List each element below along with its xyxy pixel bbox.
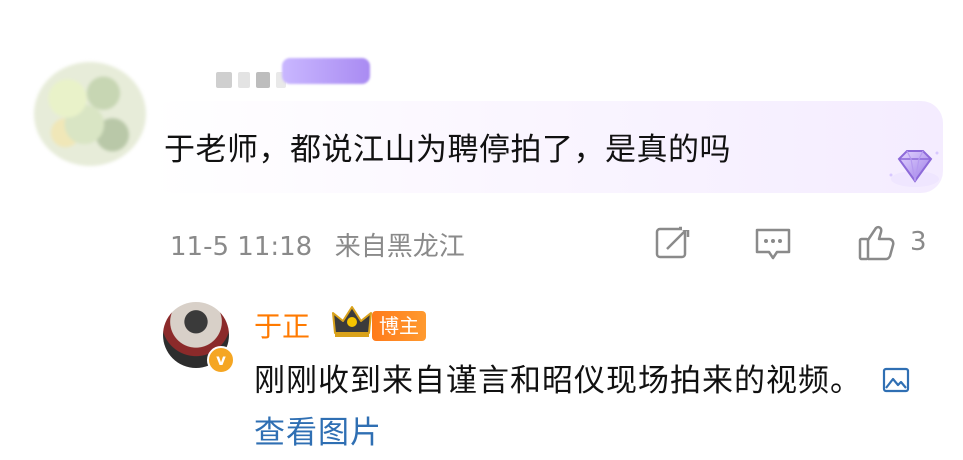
diamond-icon — [889, 150, 939, 187]
comment-date: 11-5 11:18 — [170, 232, 313, 262]
comment-location: 来自黑龙江 — [334, 232, 465, 262]
comment-meta: 11-5 11:18 来自黑龙江 — [170, 226, 465, 263]
reply-text: 刚刚收到来自谨言和昭仪现场拍来的视频。 查看图片 — [254, 355, 934, 459]
share-icon[interactable] — [652, 222, 694, 264]
comment-icon[interactable] — [752, 222, 794, 264]
verified-badge: v — [207, 346, 235, 374]
author-name[interactable]: 于正 — [254, 305, 310, 345]
vip-badge-redacted — [282, 58, 370, 84]
view-image-link[interactable]: 查看图片 — [254, 415, 382, 451]
comment-text: 于老师，都说江山为聘停拍了，是真的吗 — [164, 132, 731, 168]
blogger-tag: 博主 — [372, 311, 426, 341]
like-count: 3 — [910, 227, 927, 257]
crown-icon — [332, 306, 372, 337]
reply-content: 刚刚收到来自谨言和昭仪现场拍来的视频。 — [254, 363, 862, 399]
commenter-avatar[interactable] — [34, 62, 146, 166]
thumbs-up-icon[interactable] — [856, 222, 898, 264]
image-icon[interactable] — [882, 366, 910, 394]
